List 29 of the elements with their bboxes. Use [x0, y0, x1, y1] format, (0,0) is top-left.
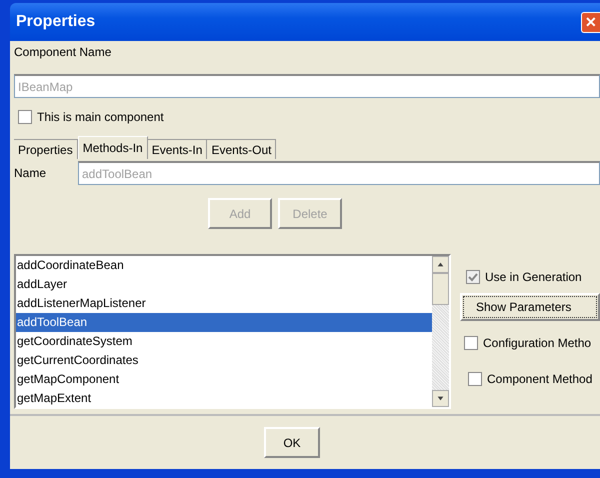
window-title: Properties	[16, 13, 96, 31]
list-item[interactable]: getCoordinateSystem	[16, 332, 432, 351]
scroll-down-icon[interactable]	[432, 390, 449, 407]
tab[interactable]: Events-In	[148, 139, 208, 159]
field-label: Name	[14, 166, 48, 180]
list-item[interactable]: addCoordinateBean	[16, 256, 432, 275]
tab[interactable]: Properties	[14, 139, 78, 159]
checkbox-label: This is main component	[37, 110, 164, 124]
scrollbar[interactable]	[432, 256, 449, 407]
scroll-up-icon[interactable]	[432, 256, 449, 273]
tab[interactable]: Events-Out	[207, 139, 276, 159]
list-item[interactable]: addListenerMapListener	[16, 294, 432, 313]
list-item[interactable]: addToolBean	[16, 313, 432, 332]
field-label: Component Name	[14, 45, 112, 61]
ok-button[interactable]: OK	[264, 427, 320, 458]
checkbox[interactable]	[18, 110, 32, 124]
list-item[interactable]: getMapExtent	[16, 389, 432, 408]
tab[interactable]: Methods-In	[78, 136, 148, 159]
checkbox-label: Configuration Metho	[483, 336, 592, 350]
list-item[interactable]: addLayer	[16, 275, 432, 294]
checkbox[interactable]	[468, 372, 482, 386]
checkbox-label: Use in Generation	[485, 270, 582, 284]
show-parameters-button[interactable]: Show Parameters	[460, 293, 600, 321]
checkbox-label: Component Method	[487, 372, 592, 386]
checkbox[interactable]	[464, 336, 478, 350]
list-item[interactable]: getCurrentCoordinates	[16, 351, 432, 370]
close-button[interactable]: ✕	[581, 12, 600, 32]
list-item[interactable]: getMapComponent	[16, 370, 432, 389]
scroll-thumb[interactable]	[432, 273, 449, 305]
